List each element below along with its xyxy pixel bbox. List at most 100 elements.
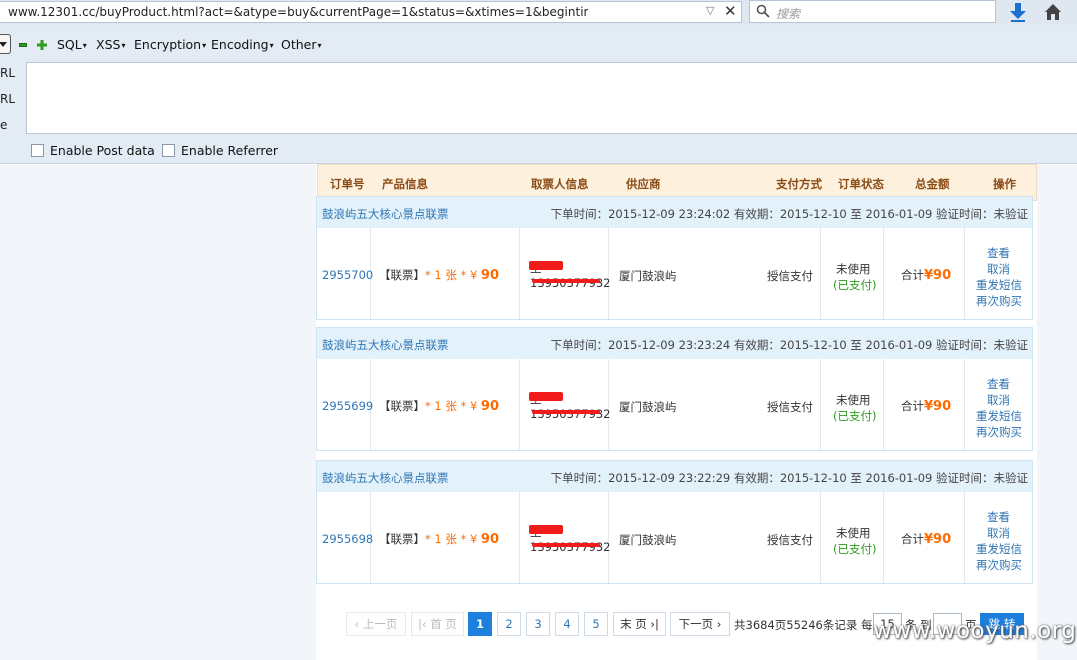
increase-icon[interactable]	[37, 40, 47, 50]
col-total: 总金额	[915, 177, 950, 191]
col-supplier: 供应商	[626, 177, 661, 191]
page-button-3[interactable]: 3	[526, 612, 550, 636]
contact-cell: 王 13950377932	[520, 492, 610, 583]
resend-sms-link[interactable]: 重发短信	[976, 277, 1022, 293]
search-icon	[756, 4, 770, 18]
product-tag: 【联票】	[379, 399, 425, 413]
total-cell: 合计¥90	[884, 492, 965, 583]
order-id-link[interactable]: 2955698	[322, 532, 373, 546]
search-input[interactable]: 搜索	[749, 0, 996, 23]
actions-cell: 查看 取消 重发短信 再次购买	[965, 228, 1032, 319]
total-label: 合计	[901, 399, 924, 413]
total-cell: 合计¥90	[884, 228, 965, 319]
total-value: ¥90	[924, 532, 952, 547]
hackbar-execute-label[interactable]: e	[0, 118, 7, 132]
order-status: 未使用	[836, 262, 871, 276]
home-icon[interactable]	[1044, 3, 1062, 21]
decrease-icon[interactable]	[19, 43, 27, 47]
cancel-order-link[interactable]: 取消	[987, 261, 1010, 277]
status-cell: 未使用 (已支付)	[821, 228, 884, 319]
order-product-title[interactable]: 鼓浪屿五大核心景点联票	[322, 206, 449, 222]
prev-page-button[interactable]: ‹ 上一页	[346, 612, 406, 636]
order-row: 鼓浪屿五大核心景点联票 下单时间：2015-12-09 23:22:29 有效期…	[316, 460, 1033, 584]
supplier-cell: 厦门鼓浪屿 授信支付	[609, 359, 821, 450]
cancel-order-link[interactable]: 取消	[987, 392, 1010, 408]
view-order-link[interactable]: 查看	[987, 509, 1010, 525]
product-quantity: * 1 张 * ¥	[425, 268, 478, 282]
supplier-cell: 厦门鼓浪屿 授信支付	[609, 492, 821, 583]
payment-method: 授信支付	[767, 269, 813, 283]
order-id-link[interactable]: 2955700	[322, 268, 373, 282]
next-page-label: 下一页	[678, 617, 714, 631]
prev-page-label: 上一页	[362, 617, 398, 631]
hackbar-menu-other[interactable]: Other	[281, 37, 322, 52]
order-body: 2955700 【联票】* 1 张 * ¥ 90 王 13950377932 厦…	[317, 228, 1032, 319]
total-cell: 合计¥90	[884, 359, 965, 450]
product-tag: 【联票】	[379, 268, 425, 282]
order-body: 2955699 【联票】* 1 张 * ¥ 90 王 13950377932 厦…	[317, 359, 1032, 450]
download-icon[interactable]	[1009, 2, 1027, 22]
contact-cell: 王 13950377932	[520, 228, 610, 319]
payment-method: 授信支付	[767, 533, 813, 547]
hackbar-url-textarea[interactable]	[26, 62, 1077, 134]
hackbar-load-url-label[interactable]: RL	[0, 66, 15, 80]
address-bar[interactable]: www.12301.cc/buyProduct.html?act=&atype=…	[0, 1, 742, 23]
enable-post-checkbox[interactable]	[31, 144, 44, 157]
product-cell: 【联票】* 1 张 * ¥ 90	[371, 228, 520, 319]
page-button-1[interactable]: 1	[468, 612, 492, 636]
order-id-cell: 2955699	[317, 359, 373, 450]
hackbar-menu-sql[interactable]: SQL	[57, 37, 87, 52]
last-page-button[interactable]: 末 页 ›|	[613, 612, 666, 636]
col-status: 订单状态	[838, 177, 884, 191]
order-id-cell: 2955698	[317, 492, 373, 583]
order-body: 2955698 【联票】* 1 张 * ¥ 90 王 13950377932 厦…	[317, 492, 1032, 583]
hackbar-load-dropdown[interactable]	[0, 34, 11, 54]
resend-sms-link[interactable]: 重发短信	[976, 541, 1022, 557]
last-page-label: 末 页	[620, 617, 647, 631]
col-product: 产品信息	[382, 177, 428, 191]
supplier-name: 厦门鼓浪屿	[619, 533, 677, 547]
status-cell: 未使用 (已支付)	[821, 492, 884, 583]
hackbar-menu-encoding[interactable]: Encoding	[211, 37, 274, 52]
address-bar-url[interactable]: www.12301.cc/buyProduct.html?act=&atype=…	[8, 5, 588, 19]
first-page-label: 首 页	[430, 617, 457, 631]
page-button-5[interactable]: 5	[584, 612, 608, 636]
order-id-link[interactable]: 2955699	[322, 399, 373, 413]
first-page-button[interactable]: |‹ 首 页	[411, 612, 464, 636]
resend-sms-link[interactable]: 重发短信	[976, 408, 1022, 424]
redaction-mark	[532, 543, 600, 547]
enable-referrer-checkbox[interactable]	[162, 144, 175, 157]
enable-referrer-label: Enable Referrer	[181, 143, 279, 158]
order-total: 合计¥90	[901, 398, 951, 414]
product-info: 【联票】* 1 张 * ¥ 90	[379, 398, 499, 414]
url-history-dropdown-icon[interactable]: ▽	[706, 4, 714, 17]
hackbar-menu-xss[interactable]: XSS	[96, 37, 125, 52]
buy-again-link[interactable]: 再次购买	[976, 293, 1022, 309]
next-page-button[interactable]: 下一页 ›	[670, 612, 730, 636]
close-icon[interactable]: ✕	[724, 2, 737, 20]
page-button-2[interactable]: 2	[497, 612, 521, 636]
enable-post-label: Enable Post data	[50, 143, 155, 158]
total-value: ¥90	[924, 399, 952, 414]
product-info: 【联票】* 1 张 * ¥ 90	[379, 267, 499, 283]
payment-status: (已支付)	[833, 278, 877, 292]
view-order-link[interactable]: 查看	[987, 376, 1010, 392]
page-button-4[interactable]: 4	[555, 612, 579, 636]
product-price: 90	[480, 532, 500, 547]
search-placeholder: 搜索	[776, 7, 801, 21]
order-row: 鼓浪屿五大核心景点联票 下单时间：2015-12-09 23:23:24 有效期…	[316, 327, 1033, 451]
buy-again-link[interactable]: 再次购买	[976, 557, 1022, 573]
view-order-link[interactable]: 查看	[987, 245, 1010, 261]
cancel-order-link[interactable]: 取消	[987, 525, 1010, 541]
contact-cell: 王 13950377932	[520, 359, 610, 450]
hackbar-menu-encryption[interactable]: Encryption	[134, 37, 206, 52]
order-total: 合计¥90	[901, 267, 951, 283]
product-quantity: * 1 张 * ¥	[425, 532, 478, 546]
redaction-mark	[532, 279, 600, 283]
order-product-title[interactable]: 鼓浪屿五大核心景点联票	[322, 470, 449, 486]
order-product-title[interactable]: 鼓浪屿五大核心景点联票	[322, 337, 449, 353]
order-header: 鼓浪屿五大核心景点联票 下单时间：2015-12-09 23:24:02 有效期…	[317, 197, 1032, 228]
redaction-mark	[529, 525, 563, 534]
buy-again-link[interactable]: 再次购买	[976, 424, 1022, 440]
hackbar-split-url-label[interactable]: RL	[0, 92, 15, 106]
